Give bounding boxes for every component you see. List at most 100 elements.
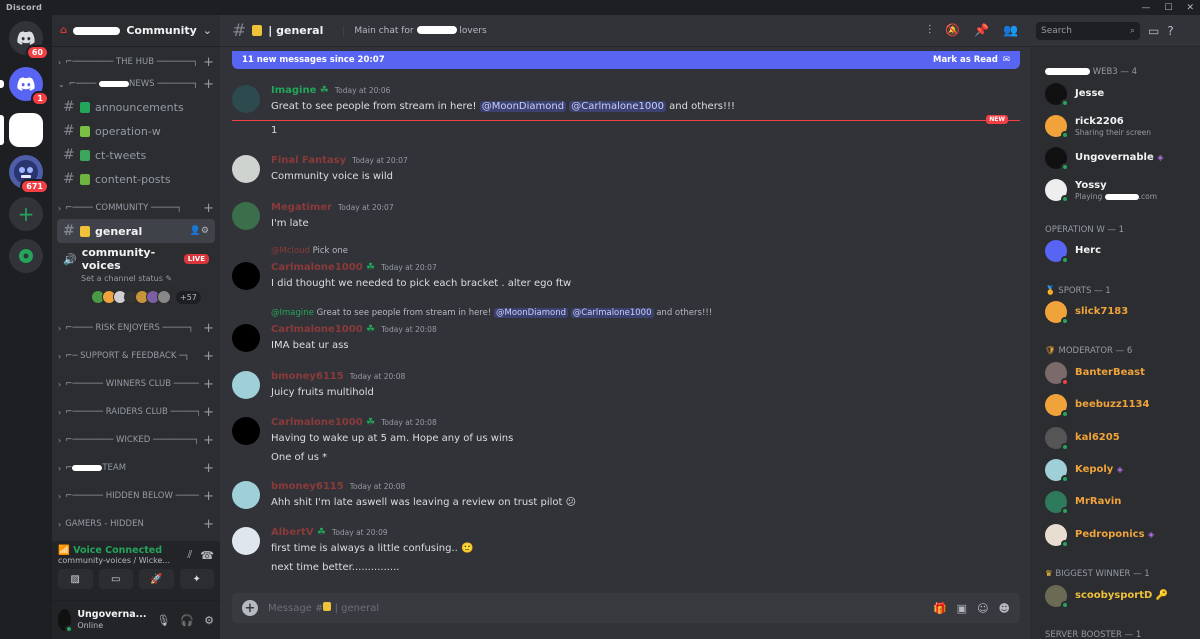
category-hidden-below[interactable]: ›⌐────── HIDDEN BELOW ─────┐+ <box>52 485 220 507</box>
search-input[interactable]: Search ⌕ <box>1036 21 1140 40</box>
maximize-icon[interactable]: ☐ <box>1164 3 1172 13</box>
message-author[interactable]: bmoney6115 <box>271 371 344 382</box>
avatar[interactable] <box>58 609 74 633</box>
mark-as-read-button[interactable]: Mark as Read <box>933 55 998 65</box>
member-item[interactable]: Jesse <box>1045 83 1104 107</box>
threads-icon[interactable]: ⫶ <box>928 23 931 38</box>
reply-reference[interactable]: @Imagine Great to see people from stream… <box>271 308 712 318</box>
plus-icon[interactable]: + <box>203 55 214 70</box>
camera-button[interactable]: ▨ <box>58 569 93 589</box>
username[interactable]: Ungoverna... <box>77 609 146 621</box>
emoji-picker-icon[interactable]: ☻ <box>999 602 1010 615</box>
disconnect-icon[interactable]: ☎ <box>200 549 214 562</box>
mention[interactable]: @MoonDiamond <box>479 101 567 112</box>
mute-bell-icon[interactable]: 🔕 <box>945 23 960 38</box>
sticker-icon[interactable]: ☺ <box>977 602 988 615</box>
screen-share-button[interactable]: ▭ <box>98 569 133 589</box>
invite-icon[interactable]: 👤⚙ <box>190 226 209 236</box>
channel-status[interactable]: Set a channel status <box>81 274 163 283</box>
headphones-icon[interactable]: 🎧 <box>180 614 194 627</box>
member-item[interactable]: rick2206 Sharing their screen <box>1045 115 1151 139</box>
avatar[interactable] <box>232 371 260 399</box>
explore-servers-button[interactable] <box>9 239 43 273</box>
reply-reference[interactable]: @Mcloud Pick one <box>271 246 348 256</box>
member-item[interactable]: Ungovernable ◈ <box>1045 147 1163 171</box>
channel-content[interactable]: # content-posts <box>57 167 215 191</box>
avatar[interactable] <box>232 85 260 113</box>
message-input[interactable]: Message # | general <box>268 602 923 614</box>
upload-plus-icon[interactable]: + <box>242 600 258 616</box>
plus-icon[interactable]: + <box>203 517 214 532</box>
avatar[interactable] <box>232 417 260 445</box>
help-icon[interactable]: ? <box>1167 24 1173 38</box>
plus-icon[interactable]: + <box>203 461 214 476</box>
member-item[interactable]: Yossy Playing .com <box>1045 179 1157 203</box>
add-server-button[interactable]: + <box>9 197 43 231</box>
gif-icon[interactable]: ▣ <box>957 602 967 615</box>
category-team[interactable]: › ⌐ TEAM + <box>52 457 220 479</box>
voice-participants[interactable]: +57 <box>91 290 209 304</box>
message-author[interactable]: Megatimer <box>271 202 332 213</box>
voice-connected-channel[interactable]: community-voices / Wicke... <box>58 556 187 565</box>
plus-icon[interactable]: + <box>203 321 214 336</box>
inbox-icon[interactable]: ▭ <box>1148 24 1159 38</box>
member-item[interactable]: beebuzz1134 <box>1045 394 1149 418</box>
avatar[interactable] <box>232 155 260 183</box>
member-item[interactable]: Pedroponics ◈ <box>1045 524 1154 548</box>
category-community[interactable]: › ⌐──── COMMUNITY ─────┐ + <box>52 197 220 219</box>
avatar[interactable] <box>232 481 260 509</box>
member-item[interactable]: Kepoly ◈ <box>1045 459 1123 483</box>
avatar[interactable] <box>232 527 260 555</box>
avatar[interactable] <box>232 202 260 230</box>
member-item[interactable]: Herc <box>1045 240 1101 264</box>
message-author[interactable]: Imagine <box>271 85 316 96</box>
voice-channel[interactable]: 🔊 community-voices LIVE Set a channel stat… <box>57 243 215 307</box>
member-item[interactable]: MrRavin <box>1045 491 1121 515</box>
channel-topic[interactable]: Main chat for lovers <box>343 25 487 36</box>
plus-icon[interactable]: + <box>203 489 214 504</box>
message-author[interactable]: Carlmalone1000 <box>271 324 363 335</box>
settings-gear-icon[interactable]: ⚙ <box>204 614 214 627</box>
gift-icon[interactable]: 🎁 <box>933 602 947 615</box>
close-icon[interactable]: ✕ <box>1186 3 1194 13</box>
message-author[interactable]: bmoney6115 <box>271 481 344 492</box>
category-wicked[interactable]: › ⌐──────── WICKED ────────┐ + <box>52 429 220 451</box>
message-author[interactable]: Final Fantasy <box>271 155 346 166</box>
direct-messages-button[interactable]: 60 <box>9 21 49 60</box>
plus-icon[interactable]: + <box>203 405 214 420</box>
category-gamers[interactable]: › GAMERS - HIDDEN + <box>52 513 220 535</box>
noise-suppression-icon[interactable]: ⫽ <box>187 548 192 562</box>
pinned-messages-icon[interactable]: 📌 <box>974 23 989 38</box>
minimize-icon[interactable]: — <box>1141 3 1150 13</box>
soundboard-button[interactable]: ✦ <box>179 569 214 589</box>
category-support[interactable]: › ⌐─ SUPPORT & FEEDBACK ─┐ + <box>52 345 220 367</box>
mention[interactable]: @Carlmalone1000 <box>569 101 666 112</box>
plus-icon[interactable]: + <box>203 377 214 392</box>
channel-tweets[interactable]: # ct-tweets <box>57 143 215 167</box>
category-risk[interactable]: › ⌐──── RISK ENJOYERS ─────┐ + <box>52 317 220 339</box>
plus-icon[interactable]: + <box>203 201 214 216</box>
guild-header[interactable]: ⌂ Community ⌄ <box>52 15 220 47</box>
member-item[interactable]: slick7183 <box>1045 301 1128 325</box>
member-list-icon[interactable]: 👥 <box>1003 23 1018 38</box>
category-winners[interactable]: ›⌐────── WINNERS CLUB ─────┐+ <box>52 373 220 395</box>
plus-icon[interactable]: + <box>203 433 214 448</box>
server-icon-community[interactable] <box>0 113 43 147</box>
message-author[interactable]: Carlmalone1000 <box>271 417 363 428</box>
message-author[interactable]: Carlmalone1000 <box>271 262 363 273</box>
server-icon-discord[interactable]: 1 <box>0 67 49 106</box>
activity-button[interactable]: 🚀 <box>139 569 174 589</box>
channel-operation[interactable]: # operation-w <box>57 119 215 143</box>
channel-general[interactable]: # general 👤⚙ <box>57 219 215 243</box>
category-raiders[interactable]: › ⌐────── RAIDERS CLUB ─────┐ + <box>52 401 220 423</box>
member-item[interactable]: BanterBeast <box>1045 362 1145 386</box>
category-hub[interactable]: › ⌐──────── THE HUB ───────┐ + <box>52 51 220 73</box>
member-item[interactable]: scoobysportD 🔑 <box>1045 585 1168 609</box>
microphone-icon[interactable]: 🎙 <box>156 614 170 627</box>
server-icon-game[interactable]: 671 <box>9 155 49 194</box>
plus-icon[interactable]: + <box>203 349 214 364</box>
channel-announcements[interactable]: # announcements <box>57 95 215 119</box>
voice-connected-status[interactable]: Voice Connected <box>73 545 162 556</box>
avatar[interactable] <box>232 262 260 290</box>
avatar[interactable] <box>232 324 260 352</box>
